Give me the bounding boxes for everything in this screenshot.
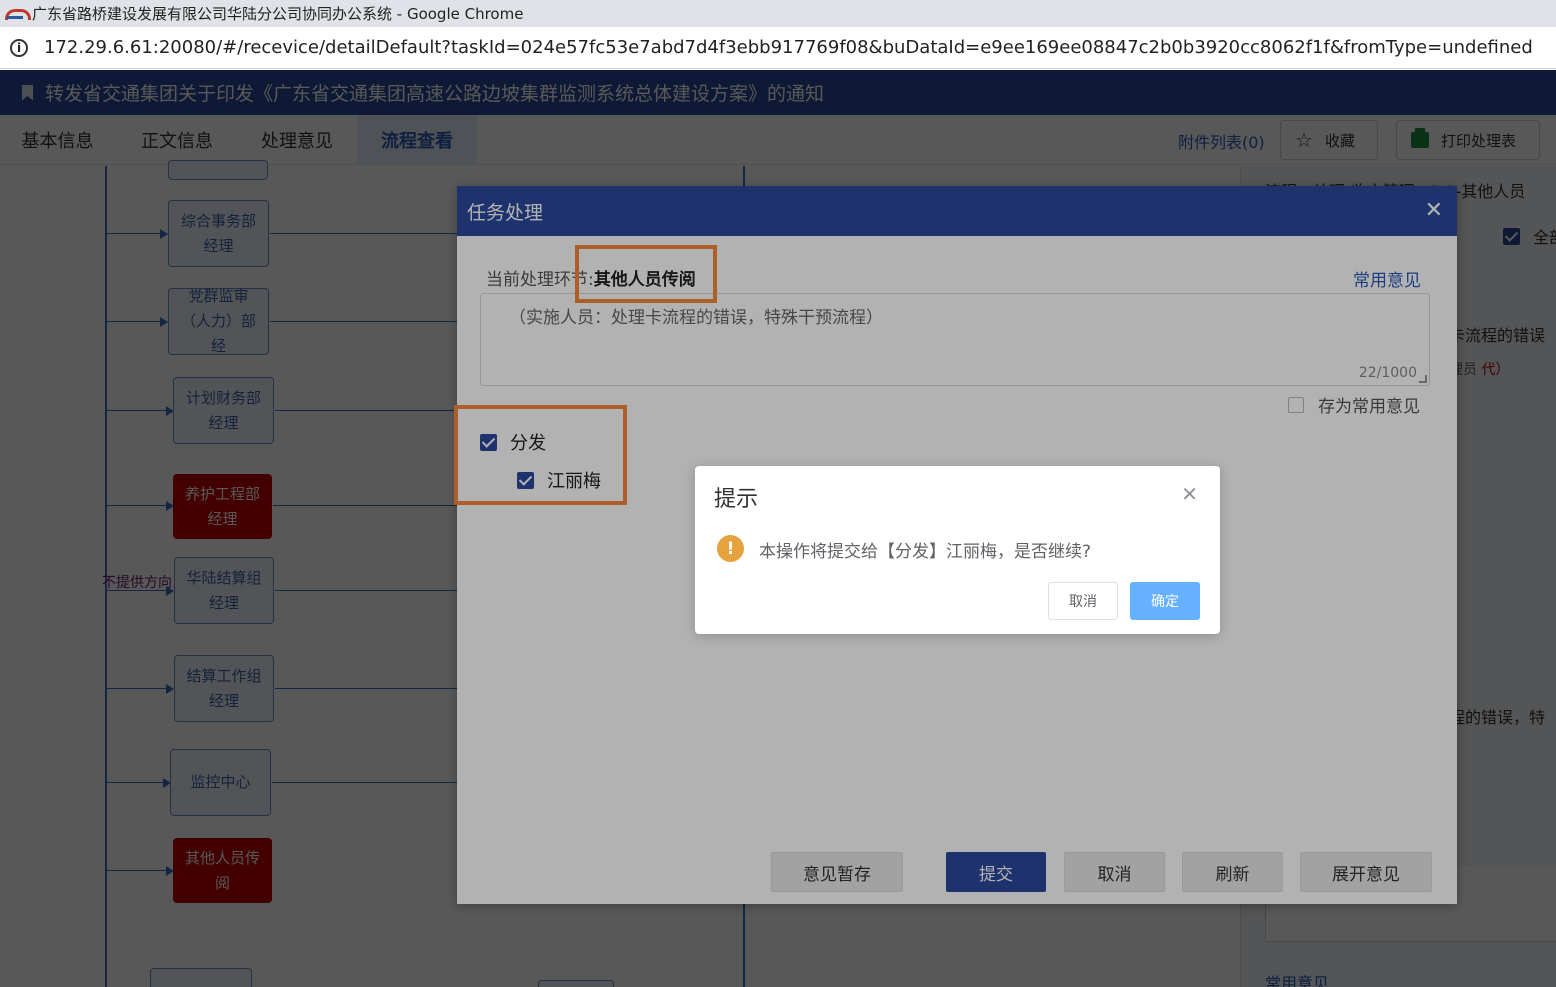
- confirm-message: 本操作将提交给【分发】江丽梅，是否继续?: [759, 542, 1092, 562]
- window-title: 广东省路桥建设发展有限公司华陆分公司协同办公系统 - Google Chrome: [32, 5, 524, 23]
- close-icon[interactable]: ✕: [1181, 482, 1198, 506]
- site-logo-icon: [5, 7, 31, 21]
- address-bar[interactable]: i 172.29.6.61:20080/#/recevice/detailDef…: [0, 27, 1556, 69]
- browser-title-bar: 广东省路桥建设发展有限公司华陆分公司协同办公系统 - Google Chrome: [0, 0, 1556, 27]
- confirm-cancel-button[interactable]: 取消: [1048, 582, 1118, 620]
- url-text[interactable]: 172.29.6.61:20080/#/recevice/detailDefau…: [44, 37, 1533, 58]
- confirm-ok-button[interactable]: 确定: [1130, 582, 1200, 620]
- confirm-title: 提示: [714, 487, 759, 512]
- confirm-dialog: 提示 ✕ ! 本操作将提交给【分发】江丽梅，是否继续? 取消 确定: [695, 466, 1220, 634]
- warning-icon: !: [717, 535, 744, 562]
- info-icon[interactable]: i: [10, 38, 28, 57]
